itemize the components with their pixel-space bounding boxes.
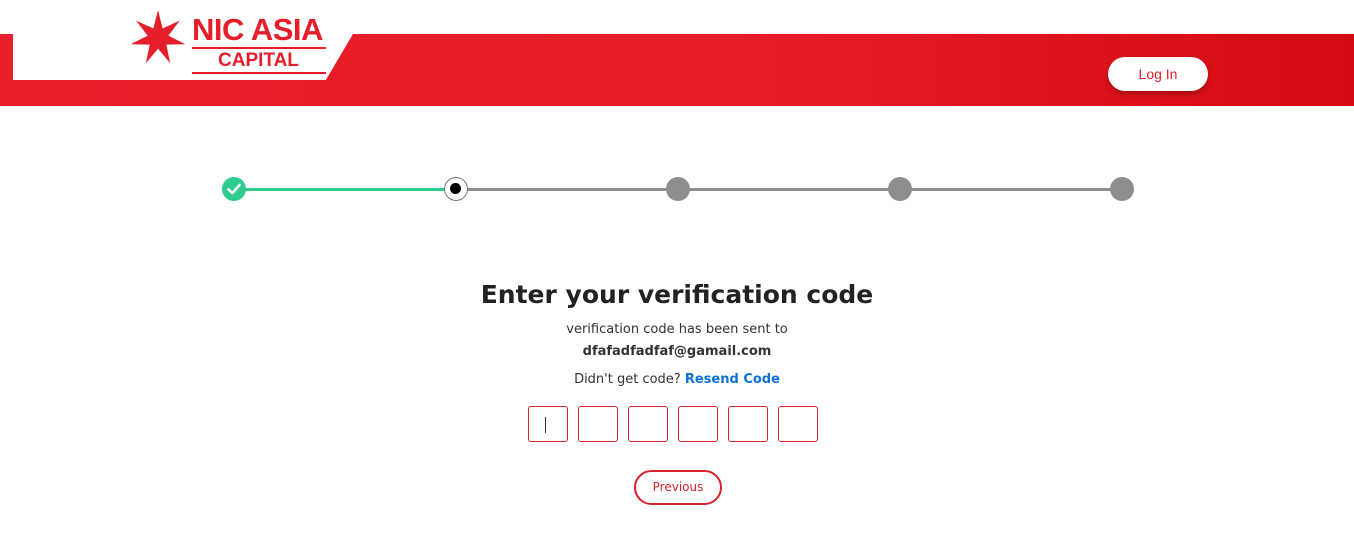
brand-name-line1: NIC ASIA (192, 12, 323, 47)
sent-to-text: verification code has been sent to (566, 322, 788, 337)
code-digit-6[interactable] (778, 406, 818, 442)
step-connector-2 (466, 188, 672, 191)
step-connector-4 (910, 188, 1116, 191)
code-digit-1[interactable] (528, 406, 568, 442)
code-digit-3[interactable] (628, 406, 668, 442)
brand-logo[interactable]: NIC ASIA CAPITAL (128, 8, 338, 78)
verification-code-inputs (528, 406, 828, 442)
previous-button[interactable]: Previous (634, 470, 722, 505)
step-2-current (444, 177, 468, 201)
code-digit-4[interactable] (678, 406, 718, 442)
resend-row: Didn't get code? Resend Code (0, 372, 1354, 387)
logo-divider (192, 47, 326, 49)
text-caret (545, 417, 546, 433)
star-logo-icon (130, 10, 186, 64)
current-step-dot (450, 183, 461, 194)
code-digit-2[interactable] (578, 406, 618, 442)
page-title: Enter your verification code (480, 280, 874, 309)
brand-name-line2: CAPITAL (218, 50, 299, 71)
step-connector-3 (688, 188, 894, 191)
code-digit-5[interactable] (728, 406, 768, 442)
step-1-completed (222, 177, 246, 201)
step-5-pending (1110, 177, 1134, 201)
recipient-email: dfafadfadfaf@gamail.com (582, 344, 772, 359)
resend-code-link[interactable]: Resend Code (685, 372, 780, 387)
step-connector-1 (244, 188, 450, 191)
progress-stepper (222, 177, 1134, 201)
logo-underline (192, 72, 326, 74)
resend-prompt: Didn't get code? (574, 372, 681, 387)
check-icon (227, 183, 241, 195)
login-button[interactable]: Log In (1108, 57, 1208, 91)
step-3-pending (666, 177, 690, 201)
step-4-pending (888, 177, 912, 201)
